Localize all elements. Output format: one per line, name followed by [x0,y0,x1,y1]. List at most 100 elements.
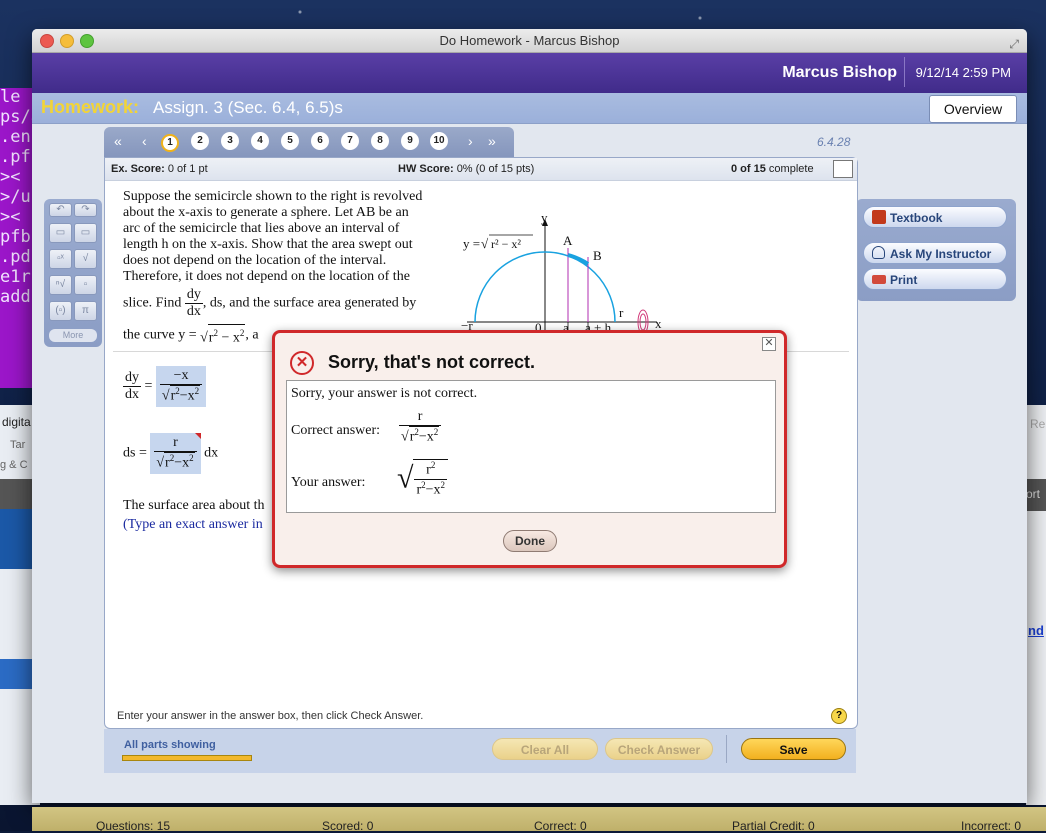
y-axis-label: y [541,214,548,225]
ds-denominator: √r2−x2 [156,452,195,471]
incorrect-answer-dialog: ✕ ✕ Sorry, that's not correct. Sorry, yo… [272,330,787,568]
ds-answer-row: ds = r √r2−x2 dx [123,433,218,474]
all-parts-showing-link[interactable]: All parts showing [124,739,216,751]
person-icon [872,246,885,259]
save-button[interactable]: Save [741,738,846,760]
math-palette: ↶ ↷ ▭ ▭ ▫ˣ √ ⁿ√ ▫ (▫) π More [44,199,102,347]
question-text: Suppose the semicircle shown to the righ… [123,189,453,347]
first-question-icon[interactable]: « [114,133,122,149]
nth-root-icon[interactable]: ⁿ√ [49,275,72,295]
question-link-6[interactable]: 6 [311,132,329,150]
bg-link: nd [1028,623,1044,638]
type-exact-text: (Type an exact answer in [123,517,263,532]
redo-icon[interactable]: ↷ [74,203,97,217]
dydx-label: dy dx [123,370,141,403]
question-link-4[interactable]: 4 [251,132,269,150]
pi-icon[interactable]: π [74,301,97,321]
check-answer-button[interactable]: Check Answer [605,738,713,760]
undo-icon[interactable]: ↶ [49,203,72,217]
done-button[interactable]: Done [503,530,557,552]
header-datetime: 9/12/14 2:59 PM [915,65,1011,80]
correct-denominator: √r2−x2 [401,426,440,445]
dialog-body: Sorry, your answer is not correct. Corre… [286,380,776,513]
next-question-icon[interactable]: › [468,133,473,149]
button-divider [726,735,727,763]
help-icon[interactable]: ? [831,708,847,724]
question-link-1[interactable]: 1 [161,134,179,152]
curve-radicand: r² − x² [491,237,521,251]
clear-all-button[interactable]: Clear All [492,738,598,760]
curve-label: y = [463,236,480,251]
print-label: Print [890,273,918,287]
completion-status: 0 of 15 complete [731,163,814,175]
user-name: Marcus Bishop [782,64,897,81]
homework-bar: Homework: Assign. 3 (Sec. 6.4, 6.5)s Ove… [32,93,1027,124]
your-answer-radicand: r2 r2−x2 [413,459,449,498]
title-bar: Do Homework - Marcus Bishop ⤢ [32,29,1027,53]
dydx-answer-row: dy dx = −x √r2−x2 [123,366,207,407]
dy-text: dy [123,369,141,387]
question-link-5[interactable]: 5 [281,132,299,150]
question-link-10[interactable]: 10 [430,132,448,150]
question-link-2[interactable]: 2 [191,132,209,150]
header-divider [904,57,905,87]
exponent-icon[interactable]: ▫ˣ [49,249,72,269]
curve-sqrt: √r2 − x2 [200,324,246,347]
more-tools-button[interactable]: More [49,329,97,342]
square-root-icon[interactable]: √ [74,249,97,269]
assignment-title: Assign. 3 (Sec. 6.4, 6.5)s [153,98,343,117]
parentheses-icon[interactable]: (▫) [49,301,72,321]
question-link-7[interactable]: 7 [341,132,359,150]
mixed-fraction-icon[interactable]: ▭ [74,223,97,243]
printer-icon [872,275,886,284]
hw-score-value: 0% (0 of 15 pts) [456,163,535,175]
question-id: 6.4.28 [817,135,851,149]
question-link-8[interactable]: 8 [371,132,389,150]
score-bar: Ex. Score: 0 of 1 pt HW Score: 0% (0 of … [105,158,857,181]
your-denominator: r2−x2 [416,479,446,498]
dydx-numerator: −x [159,368,203,385]
book-icon [872,210,886,224]
question-link-3[interactable]: 3 [221,132,239,150]
question-line-find: slice. Find dy dx, ds, and the surface ar… [123,287,453,320]
bg-text: ort [1026,479,1046,511]
ask-instructor-button[interactable]: Ask My Instructor [863,242,1007,264]
popout-icon[interactable] [833,160,853,178]
question-line: arc of the semicircle that lies above an… [123,221,400,236]
status-bar: Questions: 15 Scored: 0 Correct: 0 Parti… [32,807,1046,833]
complete-count: 0 of 15 [731,163,766,175]
help-tools-panel: Textbook Ask My Instructor Print [856,199,1016,301]
bg-text: Tar [10,439,26,451]
dydx-denominator: √r2−x2 [161,385,201,404]
bg-text: digita [2,415,31,429]
dy-text: dy [184,287,203,304]
question-line: about the x-axis to generate a sphere. L… [123,205,409,220]
ex-score-value: 0 of 1 pt [167,163,208,175]
exercise-score: Ex. Score: 0 of 1 pt [111,163,208,175]
your-answer-value: √ r2 r2−x2 [397,459,449,498]
close-dialog-icon[interactable]: ✕ [762,337,776,351]
homework-label: Homework: [41,97,140,117]
fraction-icon[interactable]: ▭ [49,223,72,243]
close-window-button[interactable] [40,34,54,48]
dydx-answer-box[interactable]: −x √r2−x2 [155,366,207,407]
zoom-window-button[interactable] [80,34,94,48]
overview-button[interactable]: Overview [929,95,1017,123]
ds-answer-box[interactable]: r √r2−x2 [150,433,201,474]
point-a-label: A [563,233,573,248]
app-header: Marcus Bishop 9/12/14 2:59 PM [32,53,1027,93]
exponent-text: 2 [239,328,245,338]
textbook-button[interactable]: Textbook [863,206,1007,228]
print-button[interactable]: Print [863,268,1007,290]
minus-x-text: − x [217,330,240,346]
subscript-icon[interactable]: ▫ [74,275,97,295]
last-question-icon[interactable]: » [488,133,496,149]
question-navigation: « ‹ 1 2 3 4 5 6 7 8 9 10 › » [104,127,514,157]
slice-find-text: slice. Find [123,295,182,311]
question-line: Therefore, it does not depend on the loc… [123,269,410,284]
question-link-9[interactable]: 9 [401,132,419,150]
previous-question-icon[interactable]: ‹ [142,133,147,149]
dialog-message: Sorry, your answer is not correct. [291,386,478,401]
ask-instructor-label: Ask My Instructor [890,247,992,261]
minimize-window-button[interactable] [60,34,74,48]
